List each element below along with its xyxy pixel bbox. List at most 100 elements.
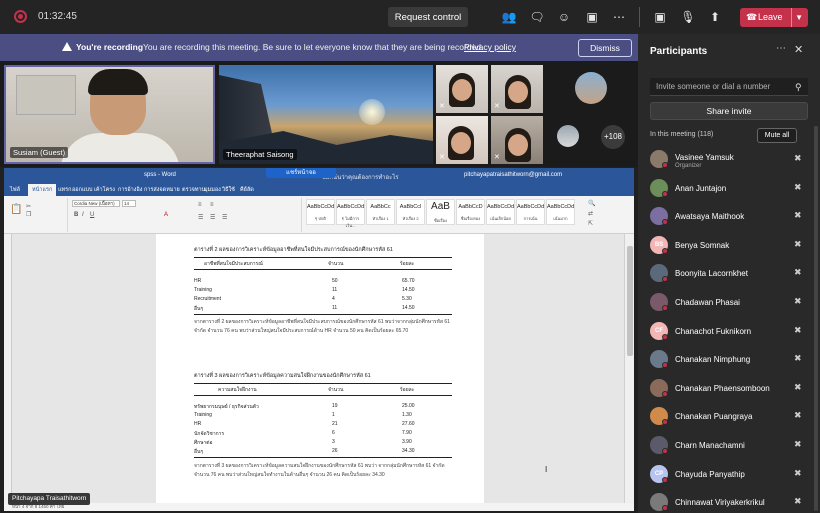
request-control-button[interactable]: Request control xyxy=(388,7,468,27)
style-subtle-emphasis[interactable]: AaBbCcDd เน้นเล็กน้อย xyxy=(486,199,515,225)
mic-off-icon[interactable]: ✖ xyxy=(794,496,802,507)
style-emphasis[interactable]: AaBbCcDd การเน้น xyxy=(516,199,545,225)
mic-off-icon[interactable]: ✖ xyxy=(794,153,802,164)
mute-all-button[interactable]: Mute all xyxy=(757,128,797,143)
mic-off-icon[interactable]: ✖ xyxy=(794,325,802,336)
chevron-down-icon[interactable]: ▼ xyxy=(791,8,803,27)
mic-off-icon[interactable]: ✖ xyxy=(794,210,802,221)
participant-row[interactable]: Vasinee Yamsuk Organizer ✖ xyxy=(648,148,808,172)
word-tab[interactable]: การส่งจดหมาย xyxy=(144,186,180,194)
video-tile[interactable]: ✕ xyxy=(436,65,488,113)
font-size-select[interactable]: 14 xyxy=(122,200,136,207)
people-icon[interactable]: 👥 xyxy=(501,9,517,25)
word-tab[interactable]: เค้าโครง xyxy=(94,186,115,194)
underline-icon[interactable]: U xyxy=(90,212,94,218)
style-no-spacing[interactable]: AaBbCcDd ¶ ไม่มีการเว้น... xyxy=(336,199,365,228)
mic-off-icon[interactable]: ✖ xyxy=(794,439,802,450)
video-tile[interactable]: ✕ xyxy=(491,116,543,164)
style-subtitle[interactable]: AaBbCcD ชื่อเรื่องรอง xyxy=(456,199,485,225)
participant-name: Chanakan Puangraya xyxy=(675,412,753,422)
share-invite-button[interactable]: Share invite xyxy=(650,102,808,120)
mic-off-icon[interactable]: ✖ xyxy=(794,410,802,421)
avatar[interactable] xyxy=(575,72,607,104)
video-tile[interactable]: Susiam (Guest) xyxy=(4,65,215,164)
word-tab[interactable]: คีย์ลัด xyxy=(240,186,254,194)
more-icon[interactable]: ⋯ xyxy=(611,9,627,25)
style-name: หัวเรื่อง 2 xyxy=(402,216,419,221)
font-name-select[interactable]: Cordia New (เนื้อหา) xyxy=(72,200,120,207)
dismiss-button[interactable]: Dismiss xyxy=(578,39,632,57)
word-tab[interactable]: มุมมอง xyxy=(204,186,221,194)
mic-off-icon[interactable]: ✖ xyxy=(794,182,802,193)
video-tile[interactable]: Theeraphat Saisong xyxy=(219,65,433,164)
video-tile[interactable]: ✕ xyxy=(491,65,543,113)
shared-screen: แชร์หน้าจอ spss - Word บอกฉันว่าคุณต้องก… xyxy=(0,167,638,513)
panel-scrollbar[interactable] xyxy=(814,126,818,511)
style-title[interactable]: AaB ชื่อเรื่อง xyxy=(426,199,455,225)
vertical-scrollbar[interactable] xyxy=(624,234,634,503)
style-intense-emphasis[interactable]: AaBbCcDd เน้นมาก xyxy=(546,199,575,225)
rooms-icon[interactable]: ▣ xyxy=(584,9,600,25)
word-tab[interactable]: ตรวจทาน xyxy=(182,186,205,194)
word-tab[interactable]: ไฟล์ xyxy=(10,186,20,194)
privacy-policy-link[interactable]: Privacy policy xyxy=(464,42,516,52)
mic-off-icon[interactable]: 🎙 xyxy=(680,9,696,25)
invite-search-input[interactable] xyxy=(650,78,808,96)
mic-off-icon[interactable]: ✖ xyxy=(794,353,802,364)
align-right-icon[interactable]: ☰ xyxy=(222,214,227,221)
style-normal[interactable]: AaBbCcDd ¶ ปกติ xyxy=(306,199,335,225)
bold-icon[interactable]: B xyxy=(74,212,78,218)
word-tab[interactable]: การอ้างอิง xyxy=(118,186,142,194)
more-options-icon[interactable]: ⋯ xyxy=(776,43,786,54)
participant-row[interactable]: Chanakan Nimphung ✖ xyxy=(648,348,808,372)
copy-icon[interactable]: ❐ xyxy=(26,211,31,218)
find-icon[interactable]: 🔍 xyxy=(588,200,595,207)
select-icon[interactable]: ⇱ xyxy=(588,220,593,227)
share-icon[interactable]: ⬆ xyxy=(707,9,723,25)
mic-off-icon[interactable]: ✖ xyxy=(794,382,802,393)
style-name: ¶ ปกติ xyxy=(315,216,326,221)
participant-row[interactable]: Chinnawat Viriyakerkrikul ✖ xyxy=(648,491,808,513)
align-left-icon[interactable]: ☰ xyxy=(198,214,203,221)
participant-row[interactable]: Chanakan Puangraya ✖ xyxy=(648,405,808,429)
participant-row[interactable]: BS Benya Somnak ✖ xyxy=(648,234,808,258)
participant-row[interactable]: CF Chanachot Fuknikorn ✖ xyxy=(648,320,808,344)
paste-icon[interactable]: 📋 xyxy=(10,204,22,215)
video-tile[interactable]: ✕ xyxy=(436,116,488,164)
align-center-icon[interactable]: ☰ xyxy=(210,214,215,221)
word-tab[interactable]: หน้าแรก xyxy=(28,184,57,196)
avatar[interactable] xyxy=(557,125,579,147)
mic-off-icon: ✕ xyxy=(439,103,445,110)
participant-row[interactable]: CP Chayuda Panyathip ✖ xyxy=(648,463,808,487)
document-page[interactable]: ตารางที่ 2 ผลของการวิเคราะห์ข้อมูลอาชีพท… xyxy=(156,234,484,503)
leave-button[interactable]: ☎ Leave ▼ xyxy=(740,8,808,27)
font-color-icon[interactable]: A xyxy=(164,212,168,218)
reactions-icon[interactable]: ☺ xyxy=(556,9,572,25)
mic-off-icon[interactable]: ✖ xyxy=(794,468,802,479)
word-tab[interactable]: วิธีใช้ xyxy=(222,186,235,194)
close-icon[interactable]: ✕ xyxy=(794,43,803,56)
word-tab[interactable]: แทรก xyxy=(58,186,71,194)
numbering-icon[interactable]: ≡ xyxy=(210,202,214,208)
overflow-count[interactable]: +108 xyxy=(601,125,625,149)
mic-off-icon[interactable]: ✖ xyxy=(794,239,802,250)
mic-off-icon[interactable]: ✖ xyxy=(794,296,802,307)
mic-off-icon[interactable]: ✖ xyxy=(794,267,802,278)
in-meeting-header[interactable]: In this meeting (118) xyxy=(650,131,713,138)
bullets-icon[interactable]: ≡ xyxy=(198,202,202,208)
style-heading-2[interactable]: AaBbCcl หัวเรื่อง 2 xyxy=(396,199,425,225)
chat-icon[interactable]: 🗨 xyxy=(529,9,545,25)
word-tab[interactable]: ออกแบบ xyxy=(72,186,92,194)
participant-row[interactable]: Chadawan Phasai ✖ xyxy=(648,291,808,315)
scrollbar-thumb[interactable] xyxy=(627,246,633,356)
participant-row[interactable]: Chanakan Phaensomboon ✖ xyxy=(648,377,808,401)
participant-row[interactable]: Charn Manachamni ✖ xyxy=(648,434,808,458)
cut-icon[interactable]: ✂ xyxy=(26,203,31,210)
participant-row[interactable]: Boonyita Lacornkhet ✖ xyxy=(648,262,808,286)
italic-icon[interactable]: I xyxy=(82,212,84,218)
replace-icon[interactable]: ⇄ xyxy=(588,210,593,217)
camera-off-icon[interactable]: ▣ xyxy=(652,9,668,25)
style-heading-1[interactable]: AaBbCc หัวเรื่อง 1 xyxy=(366,199,395,225)
participant-row[interactable]: Anan Juntajon ✖ xyxy=(648,177,808,201)
participant-row[interactable]: Awatsaya Maithook ✖ xyxy=(648,205,808,229)
